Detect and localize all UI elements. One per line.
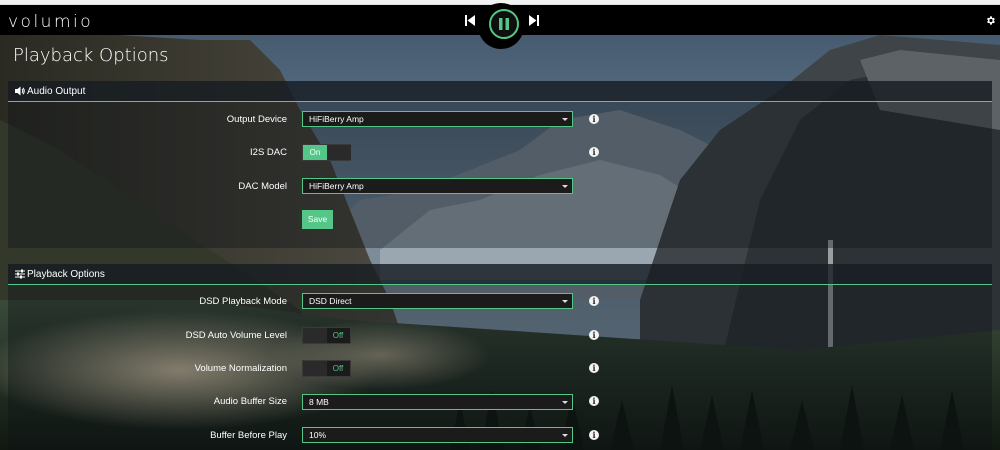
play-pause-button[interactable] bbox=[489, 9, 519, 39]
buffer-before-play-select[interactable]: 10% bbox=[302, 427, 573, 443]
dsd-playback-mode-info-icon[interactable]: i bbox=[589, 296, 599, 306]
dsd-auto-volume-toggle[interactable]: Off bbox=[302, 327, 351, 344]
output-device-info-icon[interactable]: i bbox=[589, 114, 599, 124]
dsd-auto-volume-state: Off bbox=[332, 331, 344, 340]
gear-icon[interactable] bbox=[985, 13, 996, 31]
page-title: Playback Options bbox=[13, 45, 169, 66]
chevron-down-icon bbox=[562, 118, 568, 121]
skip-previous-icon[interactable] bbox=[465, 13, 475, 31]
playback-options-header: Playback Options bbox=[8, 264, 992, 285]
dsd-playback-mode-label: DSD Playback Mode bbox=[199, 296, 287, 307]
dsd-playback-mode-select[interactable]: DSD Direct bbox=[302, 293, 573, 309]
i2s-dac-info-icon[interactable]: i bbox=[589, 147, 599, 157]
sliders-icon bbox=[15, 269, 25, 282]
dac-model-select[interactable]: HiFiBerry Amp bbox=[302, 178, 573, 194]
audio-output-header-label: Audio Output bbox=[27, 86, 86, 97]
output-device-select[interactable]: HiFiBerry Amp bbox=[302, 111, 573, 127]
chevron-down-icon bbox=[562, 434, 568, 437]
dsd-auto-volume-info-icon[interactable]: i bbox=[589, 330, 599, 340]
save-button[interactable]: Save bbox=[302, 210, 333, 229]
volumio-logo: volumio bbox=[8, 12, 94, 32]
toggle-knob bbox=[303, 361, 327, 376]
toggle-knob bbox=[303, 328, 327, 343]
dac-model-value: HiFiBerry Amp bbox=[309, 181, 364, 191]
pause-icon bbox=[499, 18, 509, 30]
output-device-label: Output Device bbox=[226, 114, 287, 125]
audio-buffer-size-label: Audio Buffer Size bbox=[213, 396, 287, 407]
buffer-before-play-info-icon[interactable]: i bbox=[589, 430, 599, 440]
volume-normalization-state: Off bbox=[332, 364, 344, 373]
speaker-icon bbox=[15, 86, 25, 99]
audio-buffer-size-info-icon[interactable]: i bbox=[589, 396, 599, 406]
volume-normalization-info-icon[interactable]: i bbox=[589, 363, 599, 373]
buffer-before-play-value: 10% bbox=[309, 430, 327, 440]
volume-normalization-toggle[interactable]: Off bbox=[302, 360, 351, 377]
audio-output-header: Audio Output bbox=[8, 81, 992, 102]
i2s-dac-state: On bbox=[303, 145, 327, 160]
playback-options-header-label: Playback Options bbox=[27, 269, 105, 280]
output-device-value: HiFiBerry Amp bbox=[309, 114, 364, 124]
buffer-before-play-label: Buffer Before Play bbox=[210, 430, 287, 441]
volume-normalization-label: Volume Normalization bbox=[194, 363, 287, 374]
chevron-down-icon bbox=[562, 300, 568, 303]
dsd-playback-mode-value: DSD Direct bbox=[309, 296, 352, 306]
audio-buffer-size-value: 8 MB bbox=[309, 397, 329, 407]
skip-next-icon[interactable] bbox=[529, 13, 539, 31]
dsd-auto-volume-label: DSD Auto Volume Level bbox=[185, 330, 287, 341]
toggle-knob bbox=[327, 145, 351, 160]
i2s-dac-toggle[interactable]: On bbox=[302, 144, 351, 161]
dac-model-label: DAC Model bbox=[238, 181, 287, 192]
audio-buffer-size-select[interactable]: 8 MB bbox=[302, 394, 573, 410]
chevron-down-icon bbox=[562, 401, 568, 404]
chevron-down-icon bbox=[562, 185, 568, 188]
i2s-dac-label: I2S DAC bbox=[250, 147, 287, 158]
